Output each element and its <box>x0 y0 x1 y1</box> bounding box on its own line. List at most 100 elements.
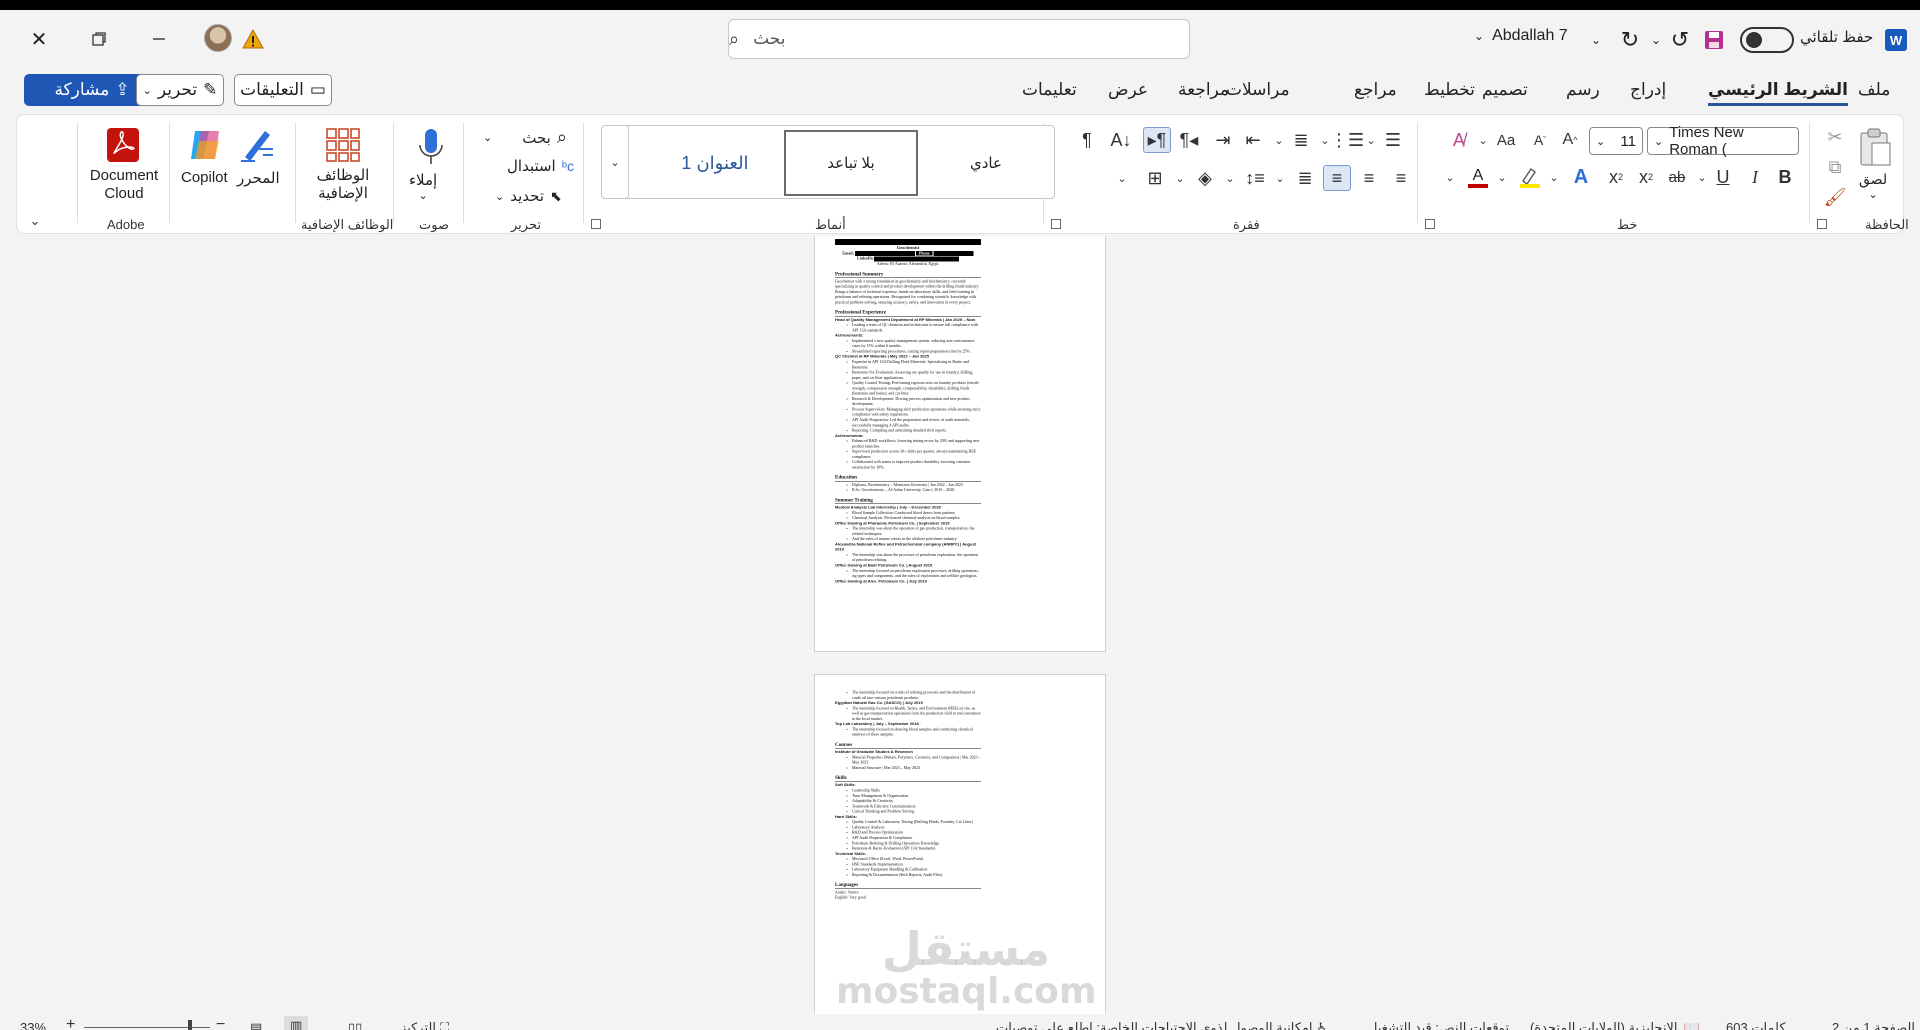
style-no-spacing[interactable]: بلا تباعد <box>784 130 918 196</box>
adobe-pdf-icon[interactable] <box>103 125 143 165</box>
addins-icon[interactable] <box>323 125 363 165</box>
document-page-1[interactable]: Geochemist Email: Phone LinkedIn Adress:… <box>814 236 1106 652</box>
highlight-icon[interactable] <box>1515 163 1545 191</box>
select-button[interactable]: ⌄ تحديد ⬉ <box>495 187 562 206</box>
bullets-icon[interactable]: ☰ <box>1379 127 1407 153</box>
styles-launcher-icon[interactable] <box>591 219 601 229</box>
chevron-down-icon[interactable]: ⌄ <box>1495 163 1509 191</box>
clear-formatting-icon[interactable]: A̸ <box>1445 127 1473 153</box>
justify-icon[interactable]: ≣ <box>1291 165 1319 191</box>
chevron-down-icon[interactable]: ⌄ <box>1115 165 1129 191</box>
font-size-combo[interactable]: ⌄ 11 <box>1589 127 1643 155</box>
edit-mode-button[interactable]: ⌄ تحرير ✎ <box>136 74 224 106</box>
rtl-direction-icon[interactable]: ¶◂ <box>1175 127 1203 153</box>
line-spacing-icon[interactable]: ↕≡ <box>1241 165 1269 191</box>
change-case-icon[interactable]: Aa <box>1491 127 1521 153</box>
tab-review[interactable]: مراجعة <box>1178 80 1229 100</box>
numbering-icon[interactable]: ⋮☰ <box>1330 127 1364 153</box>
chevron-down-icon[interactable]: ⌄ <box>1547 163 1561 191</box>
text-effects-icon[interactable]: A <box>1567 163 1595 191</box>
multilevel-list-icon[interactable]: ≣ <box>1287 127 1315 153</box>
paragraph-launcher-icon[interactable] <box>1051 219 1061 229</box>
text-predictions[interactable]: توقعات النص: قيد التشغيل <box>1368 1020 1509 1030</box>
chevron-down-icon[interactable]: ⌄ <box>1477 127 1489 153</box>
zoom-in-icon[interactable]: + <box>66 1016 75 1030</box>
accessibility-status[interactable]: ♿ إمكانية الوصول لذوي الاحتياجات الخاصة:… <box>996 1020 1328 1030</box>
tab-view[interactable]: عرض <box>1108 80 1148 100</box>
warning-icon[interactable] <box>240 26 266 52</box>
avatar[interactable] <box>204 24 232 52</box>
minimize-icon[interactable] <box>144 24 174 54</box>
subscript-icon[interactable]: x2 <box>1633 163 1659 191</box>
format-painter-icon[interactable]: 🖌 <box>1823 185 1847 209</box>
close-icon[interactable]: ✕ <box>24 24 54 54</box>
chevron-down-icon[interactable]: ⌄ <box>1319 127 1331 153</box>
show-marks-icon[interactable]: ¶ <box>1073 127 1101 153</box>
replace-button[interactable]: استبدال ᵇc <box>507 157 574 175</box>
chevron-down-icon[interactable]: ⌄ <box>1365 127 1377 153</box>
language-status[interactable]: 📖 الإنجليزية (الولايات المتحدة) <box>1530 1020 1700 1030</box>
sort-icon[interactable]: A↓ <box>1107 127 1135 153</box>
borders-icon[interactable]: ⊞ <box>1141 165 1169 191</box>
clipboard-launcher-icon[interactable] <box>1817 219 1827 229</box>
customize-qat-icon[interactable]: ⌄ <box>1584 28 1608 52</box>
tab-draw[interactable]: رسم <box>1566 80 1600 100</box>
focus-button[interactable]: التركيز ⛶ <box>400 1020 449 1030</box>
document-cloud-button[interactable]: Document Cloud <box>87 167 161 203</box>
align-center-icon[interactable]: ≡ <box>1355 165 1383 191</box>
zoom-slider-thumb[interactable] <box>188 1020 192 1030</box>
tab-design[interactable]: تصميم <box>1482 80 1528 100</box>
paste-icon[interactable] <box>1855 125 1895 169</box>
undo-icon[interactable]: ↺ <box>1666 26 1694 54</box>
addins-button[interactable]: الوظائف الإضافية <box>313 167 373 203</box>
tab-insert[interactable]: إدراج <box>1630 80 1666 100</box>
word-count[interactable]: 603 كلمات <box>1726 1020 1786 1030</box>
web-layout-icon[interactable]: ▤ <box>250 1020 262 1030</box>
save-icon[interactable] <box>1700 26 1728 54</box>
tab-help[interactable]: تعليمات <box>1022 80 1077 100</box>
italic-icon[interactable]: I <box>1743 163 1767 191</box>
paste-button[interactable]: لصق ⌄ <box>1859 171 1887 201</box>
style-normal[interactable]: عادي <box>922 130 1050 196</box>
autosave-toggle[interactable] <box>1740 27 1794 53</box>
find-button[interactable]: ⌄ بحث ⌕ <box>483 127 567 148</box>
chevron-down-icon[interactable]: ⌄ <box>1273 165 1287 191</box>
grow-font-icon[interactable]: A ^ <box>1557 127 1583 153</box>
user-account[interactable]: ⌄ Abdallah 7 <box>1474 27 1568 45</box>
font-color-icon[interactable]: A <box>1463 163 1493 191</box>
align-left-icon[interactable]: ≡ <box>1323 165 1351 191</box>
read-mode-icon[interactable]: ▯▯ <box>348 1020 362 1030</box>
dictate-button[interactable]: إملاء ⌄ <box>409 171 437 202</box>
restore-icon[interactable] <box>84 24 114 54</box>
copilot-icon[interactable] <box>185 125 225 165</box>
editor-button[interactable]: المحرر <box>237 169 280 187</box>
editor-icon[interactable] <box>237 125 277 165</box>
tab-references[interactable]: مراجع <box>1354 80 1397 100</box>
copilot-button[interactable]: Copilot <box>181 169 228 186</box>
tab-mailings[interactable]: مراسلات <box>1226 80 1290 100</box>
chevron-down-icon[interactable]: ⌄ <box>1695 163 1709 191</box>
strikethrough-icon[interactable]: ab <box>1663 163 1691 191</box>
shrink-font-icon[interactable]: Aˇ <box>1527 127 1553 153</box>
zoom-out-icon[interactable]: − <box>216 1016 225 1030</box>
chevron-down-icon[interactable]: ⌄ <box>1443 163 1457 191</box>
font-name-combo[interactable]: ⌄ Times New Roman ( <box>1647 124 1799 158</box>
superscript-icon[interactable]: x2 <box>1603 163 1629 191</box>
undo-dropdown-icon[interactable]: ⌄ <box>1648 28 1664 52</box>
chevron-down-icon[interactable]: ⌄ <box>1223 165 1237 191</box>
ltr-direction-icon[interactable]: ▸¶ <box>1143 127 1171 153</box>
tab-home[interactable]: الشريط الرئيسي <box>1708 80 1849 106</box>
redo-icon[interactable]: ↻ <box>1616 26 1644 54</box>
zoom-level[interactable]: 33% <box>20 1020 46 1030</box>
decrease-indent-icon[interactable]: ⇤ <box>1239 127 1267 153</box>
tab-file[interactable]: ملف <box>1858 80 1890 100</box>
styles-more-icon[interactable]: ⌄ <box>601 125 629 199</box>
shading-icon[interactable]: ◈ <box>1191 165 1219 191</box>
bold-icon[interactable]: B <box>1773 163 1797 191</box>
font-launcher-icon[interactable] <box>1425 219 1435 229</box>
cut-icon[interactable]: ✂ <box>1823 125 1847 149</box>
comments-button[interactable]: التعليقات ▭ <box>234 74 332 106</box>
copy-icon[interactable]: ⧉ <box>1823 155 1847 179</box>
style-heading-1[interactable]: العنوان 1 <box>650 130 780 196</box>
print-layout-icon[interactable]: ▥ <box>284 1016 309 1030</box>
